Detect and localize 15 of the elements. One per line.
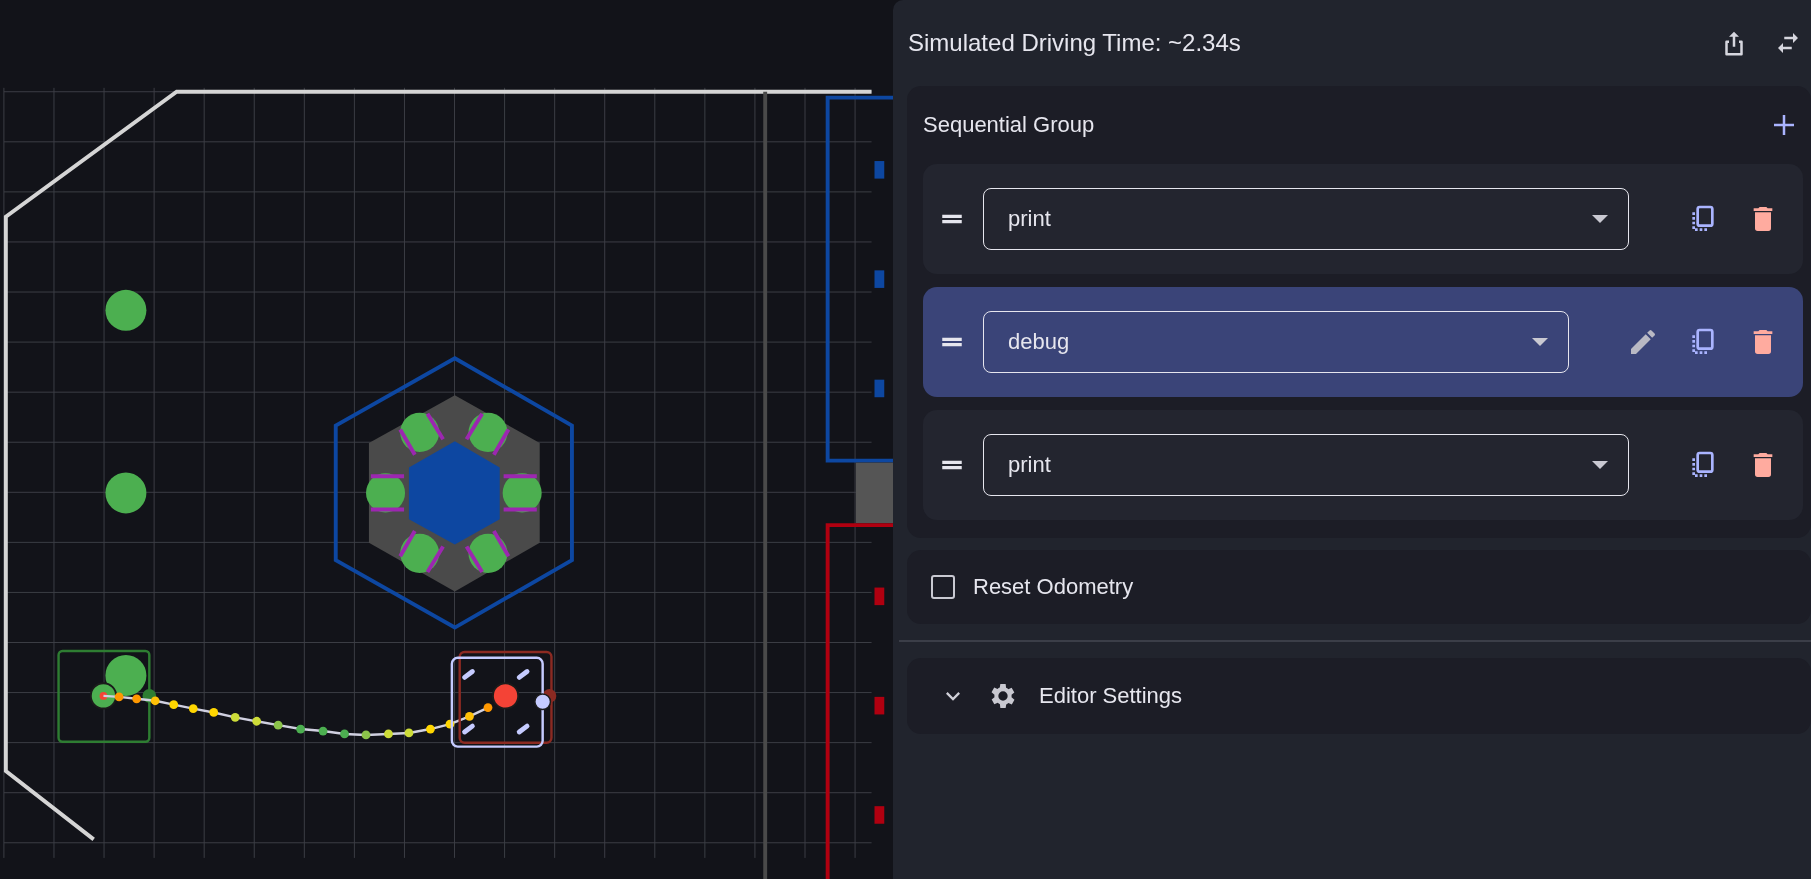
dropdown-caret-icon <box>1592 461 1608 469</box>
dropdown-caret-icon <box>1592 215 1608 223</box>
dropdown-caret-icon <box>1532 338 1548 346</box>
command-row[interactable]: print <box>923 164 1803 274</box>
checkbox-label: Reset Odometry <box>973 574 1134 600</box>
settings-label: Editor Settings <box>1039 683 1183 709</box>
command-select[interactable]: print <box>983 434 1629 496</box>
command-select[interactable]: debug <box>983 311 1569 373</box>
checkbox[interactable] <box>931 575 955 599</box>
group-title: Sequential Group <box>923 112 1095 138</box>
command-select[interactable]: print <box>983 188 1629 250</box>
editor-settings-header[interactable]: Editor Settings <box>907 658 1811 734</box>
command-row[interactable]: debug <box>923 287 1803 397</box>
command-row[interactable]: print <box>923 410 1803 520</box>
panel-title: Simulated Driving Time: ~2.34s <box>908 29 1241 57</box>
